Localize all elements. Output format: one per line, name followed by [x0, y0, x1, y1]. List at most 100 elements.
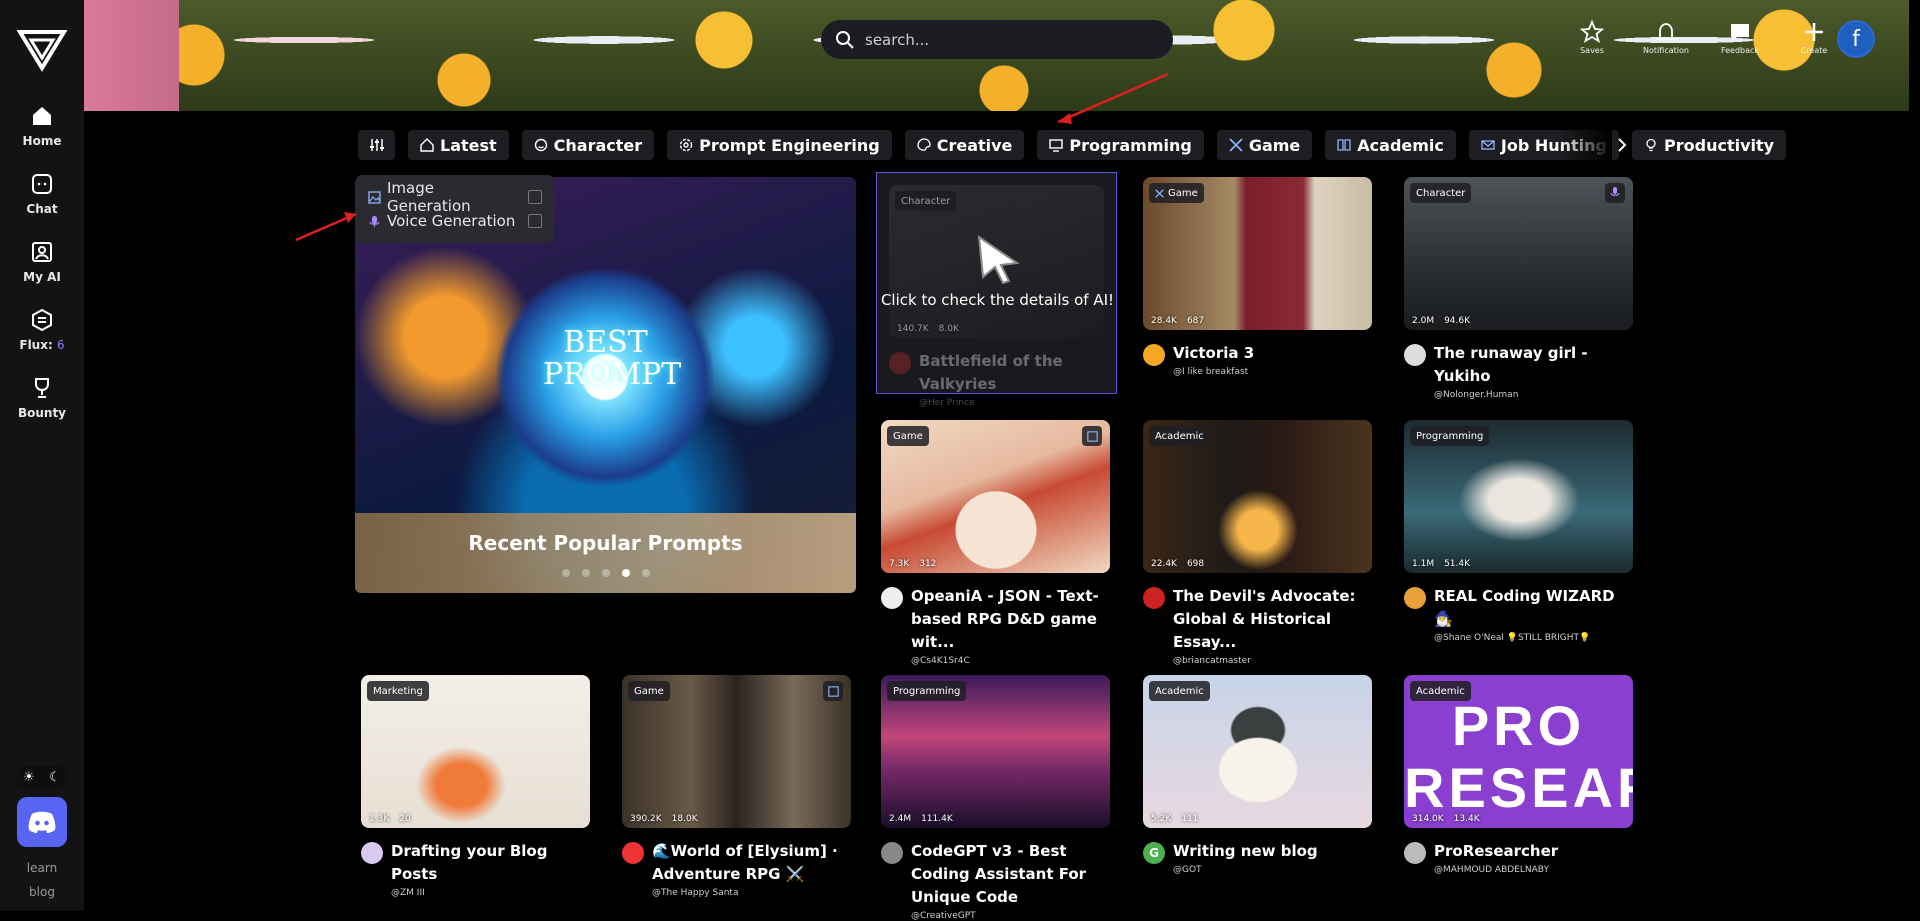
card-stats: 22.4K 698: [1151, 559, 1204, 569]
card-tag: Game: [628, 681, 670, 701]
prompt-card[interactable]: Academic 22.4K 698 The Devil's Advocate: …: [1143, 420, 1372, 666]
carousel-dot[interactable]: [561, 569, 570, 577]
bell-icon: [1655, 23, 1677, 40]
flux-icon: [31, 308, 52, 332]
voice-generation-checkbox[interactable]: [528, 214, 542, 228]
category-game[interactable]: Game: [1216, 130, 1313, 160]
search-input[interactable]: [865, 30, 1145, 49]
card-tag: Programming: [1410, 426, 1490, 446]
category-productivity[interactable]: Productivity: [1632, 130, 1787, 160]
blog-link[interactable]: blog: [0, 885, 84, 899]
category-label: Character: [553, 135, 643, 155]
moon-icon[interactable]: ☾: [49, 770, 61, 785]
sidebar-item-home[interactable]: Home: [23, 104, 61, 148]
notification-label: Notification: [1643, 46, 1689, 55]
card-thumbnail: Programming 2.4M 111.4K: [881, 675, 1110, 828]
card-thumbnail: Academic 22.4K 698: [1143, 420, 1372, 573]
card-title: The Devil's Advocate: Global & Historica…: [1173, 587, 1356, 651]
sidebar-item-my-ai[interactable]: My AI: [23, 240, 61, 284]
notification-button[interactable]: Notification: [1629, 20, 1703, 55]
category-character[interactable]: Character: [521, 130, 655, 160]
search-bar[interactable]: [821, 20, 1173, 59]
card-tag: Game: [887, 426, 929, 446]
tag-label: Game: [1168, 187, 1198, 199]
category-latest[interactable]: Latest: [408, 130, 509, 160]
user-avatar[interactable]: f: [1837, 20, 1875, 58]
category-prompt-engineering[interactable]: Prompt Engineering: [667, 130, 892, 160]
prompt-card-featured[interactable]: Character 140.7K 8.0K Click to check the …: [876, 172, 1117, 408]
card-thumbnail: Marketing 1.3K 20: [361, 675, 590, 828]
card-stats: 5.2K 111: [1151, 814, 1198, 824]
prompt-card[interactable]: Marketing 1.3K 20 Drafting your Blog Post…: [361, 675, 590, 898]
card-author: @briancatmaster: [1173, 656, 1251, 666]
chats-count: 13.4K: [1453, 814, 1480, 824]
card-title: Victoria 3: [1173, 344, 1255, 362]
category-scroll-right[interactable]: [1611, 131, 1633, 159]
chats-count: 111.4K: [921, 814, 953, 824]
prompt-card[interactable]: Academic PRO RESEARCHER 314.0K13.4K ProR…: [1404, 675, 1633, 875]
sidebar-item-label: Chat: [26, 202, 58, 216]
sun-icon[interactable]: ☀: [23, 770, 35, 785]
prompt-card[interactable]: Academic 5.2K 111 G Writing new blog @GOT: [1143, 675, 1372, 875]
author-avatar: [1404, 842, 1426, 864]
author-avatar: [889, 352, 911, 374]
prompt-card[interactable]: Programming 1.1M 51.4K REAL Coding WIZARD…: [1404, 420, 1633, 643]
category-programming[interactable]: Programming: [1037, 130, 1204, 160]
chats-count: 698: [1186, 559, 1205, 569]
sidebar: Home Chat My AI Flux: 6 Bounty ☀ ☾ learn…: [0, 0, 84, 911]
chats-count: 687: [1186, 316, 1205, 326]
sidebar-item-label: Bounty: [17, 406, 67, 420]
sidebar-item-bounty[interactable]: Bounty: [18, 376, 66, 420]
learn-link[interactable]: learn: [0, 861, 84, 875]
sidebar-item-chat[interactable]: Chat: [26, 172, 58, 216]
author-avatar: G: [1143, 842, 1165, 864]
filter-option-label: Image Generation: [386, 179, 471, 215]
prompt-card[interactable]: Game 28.4K 687 Victoria 3 @I like breakfas…: [1143, 177, 1372, 377]
microphone-icon: [369, 215, 380, 227]
prompt-card[interactable]: Game 390.2K 18.0K 🌊World of [Elysium] · A…: [622, 675, 851, 898]
card-title: OpeaniA - JSON - Text-based RPG D&D game…: [911, 587, 1099, 651]
carousel-dot[interactable]: [581, 569, 590, 577]
chats-count: 8.0K: [938, 324, 959, 334]
prompt-card[interactable]: Game 7.3K 312 OpeaniA - JSON - Text-based…: [881, 420, 1110, 666]
prompt-card[interactable]: Character 2.0M 94.6K The runaway girl - Y…: [1404, 177, 1633, 400]
card-thumbnail: Academic PRO RESEARCHER 314.0K13.4K: [1404, 675, 1633, 828]
sidebar-item-flux[interactable]: Flux: 6: [19, 308, 65, 352]
card-title: Drafting your Blog Posts: [391, 842, 548, 883]
category-academic[interactable]: Academic: [1325, 130, 1456, 160]
theme-toggle[interactable]: ☀ ☾: [16, 766, 68, 788]
my-ai-icon: [31, 242, 52, 262]
image-generation-checkbox[interactable]: [528, 190, 542, 204]
carousel-dot[interactable]: [641, 569, 650, 577]
swords-icon: [1155, 188, 1164, 198]
image-icon: [368, 190, 381, 204]
chats-count: 94.6K: [1444, 316, 1471, 326]
views-count: 7.3K: [889, 559, 910, 569]
filter-button[interactable]: [358, 130, 395, 160]
card-stats: 1.1M 51.4K: [1412, 559, 1470, 569]
carousel-dot[interactable]: [601, 569, 610, 577]
card-tag: Programming: [887, 681, 967, 701]
app-logo[interactable]: [17, 26, 67, 74]
category-creative[interactable]: Creative: [904, 130, 1025, 160]
card-tag: Marketing: [367, 681, 429, 701]
filter-option-image[interactable]: Image Generation: [368, 179, 542, 215]
discord-icon: [28, 811, 56, 833]
card-tag: Game: [1149, 183, 1204, 203]
carousel-dot-active[interactable]: [621, 569, 630, 577]
card-author: @CreativeGPT: [911, 911, 976, 921]
views-count: 28.4K: [1151, 316, 1177, 326]
saves-button[interactable]: Saves: [1555, 20, 1629, 55]
card-stats: 140.7K 8.0K: [897, 324, 959, 334]
tag-label: Academic: [1155, 430, 1204, 442]
tag-label: Programming: [1416, 430, 1484, 442]
discord-button[interactable]: [17, 797, 67, 847]
card-title: The runaway girl - Yukiho: [1434, 344, 1588, 385]
chats-count: 111: [1181, 814, 1199, 824]
sidebar-item-label: My AI: [23, 270, 61, 284]
mail-icon: [1481, 140, 1495, 150]
card-title: Battlefield of the Valkyries: [919, 352, 1063, 393]
prompt-card[interactable]: Programming 2.4M 111.4K CodeGPT v3 - Best…: [881, 675, 1110, 921]
views-count: 1.1M: [1412, 559, 1435, 569]
feedback-button[interactable]: Feedback: [1703, 20, 1777, 55]
